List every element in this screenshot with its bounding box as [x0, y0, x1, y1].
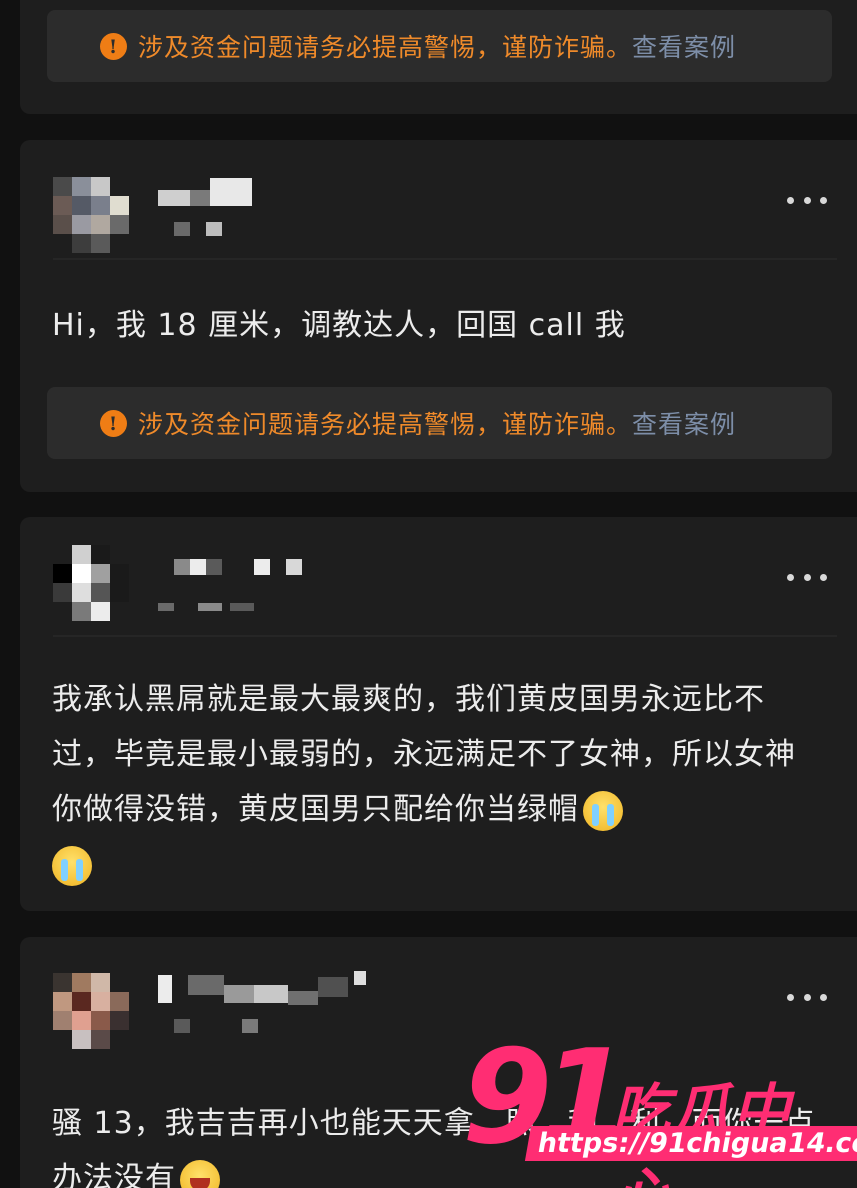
post-text-content: 我承认黑屌就是最大最爽的，我们黄皮国男永远比不过，毕竟是最小最弱的，永远满足不了…: [52, 682, 796, 827]
post-card-1: Hi，我 18 厘米，调教达人，回国 call 我 ! 涉及资金问题请务必提高警…: [20, 140, 857, 492]
divider: [53, 635, 837, 637]
divider: [53, 258, 837, 260]
info-icon: !: [100, 33, 127, 60]
fraud-warning: ! 涉及资金问题请务必提高警惕，谨防诈骗。 查看案例: [47, 387, 832, 459]
fraud-warning: ! 涉及资金问题请务必提高警惕，谨防诈骗。 查看案例: [47, 10, 832, 82]
more-options-icon[interactable]: [787, 195, 827, 205]
post-text: Hi，我 18 厘米，调教达人，回国 call 我: [52, 308, 626, 343]
post-text: 我承认黑屌就是最大最爽的，我们黄皮国男永远比不过，毕竟是最小最弱的，永远满足不了…: [52, 672, 822, 892]
view-cases-link[interactable]: 查看案例: [632, 405, 736, 441]
more-options-icon[interactable]: [787, 572, 827, 582]
avatar[interactable]: [53, 177, 129, 253]
username-blurred[interactable]: [158, 178, 258, 238]
post-card-top: ! 涉及资金问题请务必提高警惕，谨防诈骗。 查看案例: [20, 0, 857, 114]
fraud-warning-text: 涉及资金问题请务必提高警惕，谨防诈骗。: [138, 410, 633, 439]
site-watermark: 91 吃瓜中心 https://91chigua14.com: [462, 1022, 857, 1188]
fraud-warning-text: 涉及资金问题请务必提高警惕，谨防诈骗。: [138, 33, 633, 62]
view-cases-link[interactable]: 查看案例: [632, 28, 736, 64]
avatar[interactable]: [53, 545, 129, 621]
username-blurred[interactable]: [158, 555, 328, 615]
crying-emoji-icon: [52, 845, 92, 886]
avatar[interactable]: [53, 973, 129, 1049]
username-blurred[interactable]: [158, 971, 388, 1041]
crying-emoji-icon: [583, 790, 623, 831]
post-card-2: 我承认黑屌就是最大最爽的，我们黄皮国男永远比不过，毕竟是最小最弱的，永远满足不了…: [20, 517, 857, 911]
more-options-icon[interactable]: [787, 992, 827, 1002]
grinning-emoji-icon: [180, 1159, 220, 1188]
info-icon: !: [100, 410, 127, 437]
watermark-url: https://91chigua14.com: [524, 1126, 857, 1161]
